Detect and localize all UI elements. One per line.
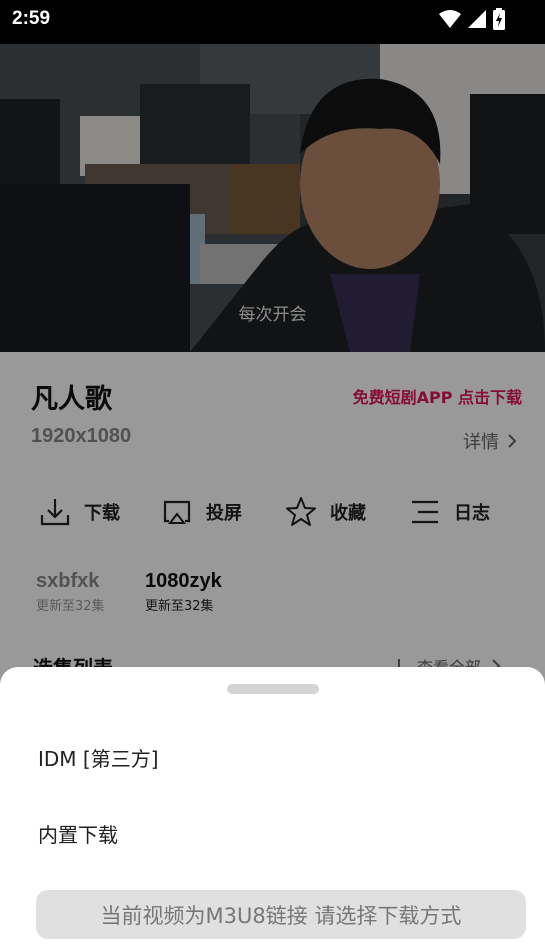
option-builtin-download[interactable]: 内置下载 (38, 819, 118, 848)
download-options-sheet: IDM [第三方] 内置下载 当前视频为M3U8链接 请选择下载方式 (0, 667, 545, 951)
status-time: 2:59 (12, 8, 51, 29)
wifi-icon (439, 10, 461, 28)
sheet-handle[interactable] (227, 684, 319, 694)
toast-message: 当前视频为M3U8链接 请选择下载方式 (36, 890, 526, 939)
option-idm[interactable]: IDM [第三方] (38, 743, 159, 772)
signal-icon (468, 10, 486, 28)
battery-charging-icon (493, 8, 505, 30)
status-bar: 2:59 (0, 0, 545, 44)
